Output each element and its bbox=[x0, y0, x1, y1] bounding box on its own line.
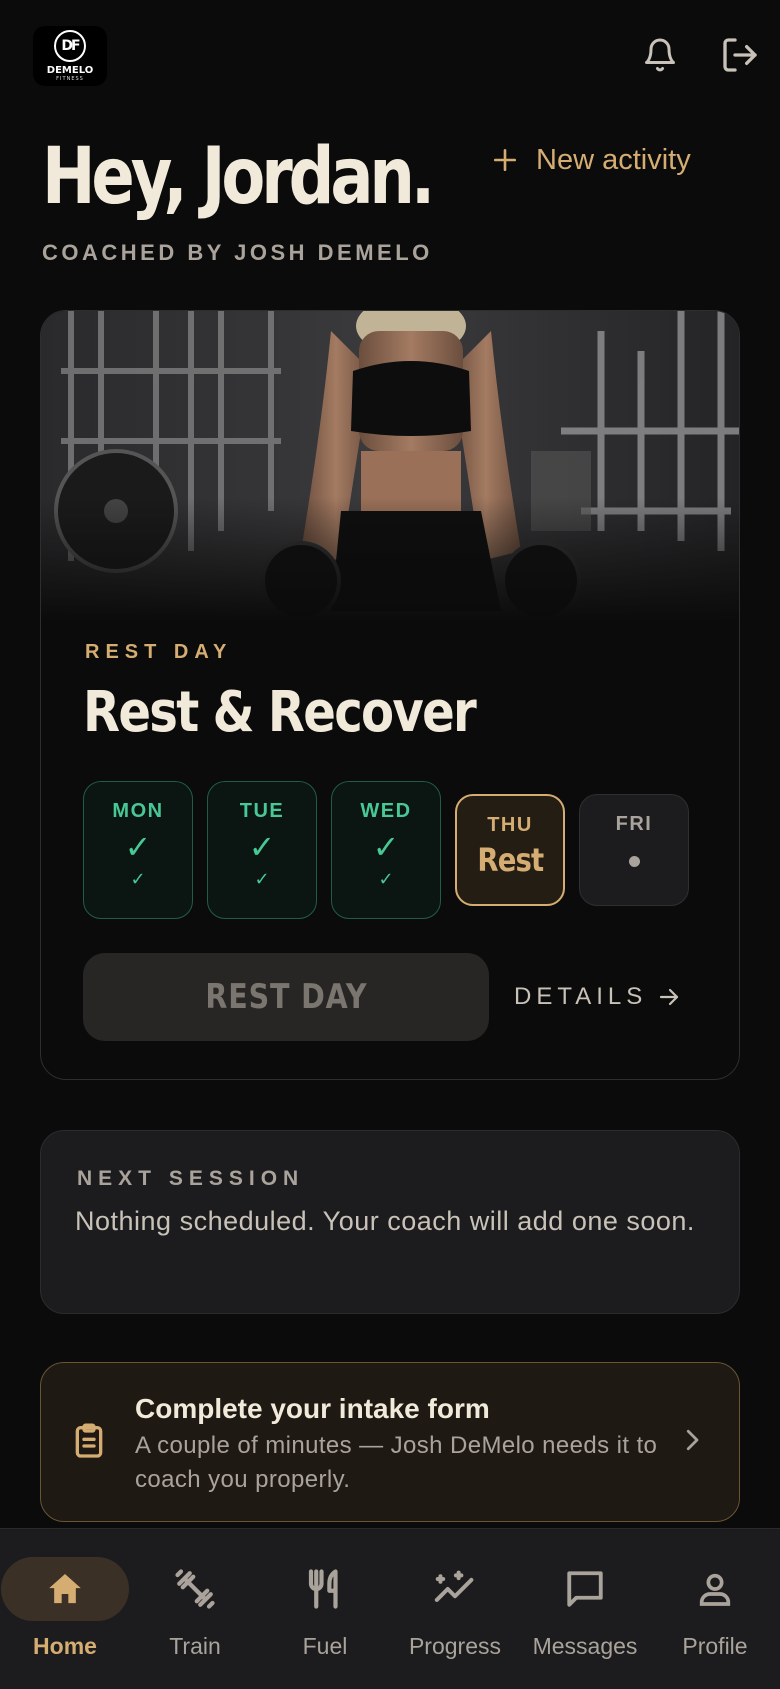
arrow-right-icon bbox=[660, 988, 679, 1006]
nav-icon-wrap bbox=[651, 1557, 779, 1621]
check-small-icon: ✓ bbox=[130, 869, 146, 890]
day-tile-fri[interactable]: FRI bbox=[579, 794, 689, 906]
day-status-label: Rest bbox=[477, 841, 544, 879]
rest-day-button[interactable]: REST DAY bbox=[83, 953, 489, 1041]
nav-icon-wrap bbox=[391, 1557, 519, 1621]
chevron-right-icon bbox=[686, 1429, 699, 1451]
nav-icon-wrap bbox=[521, 1557, 649, 1621]
nav-item-home[interactable]: Home bbox=[0, 1529, 130, 1669]
logo-mark-icon: DF bbox=[54, 30, 86, 62]
nav-icon-wrap bbox=[261, 1557, 389, 1621]
day-name: TUE bbox=[239, 800, 285, 822]
greeting-title: Hey, Jordan. bbox=[42, 132, 435, 222]
day-name: FRI bbox=[615, 813, 653, 835]
intake-title: Complete your intake form bbox=[135, 1393, 490, 1424]
nav-item-train[interactable]: Train bbox=[130, 1529, 260, 1669]
nav-label-progress: Progress bbox=[408, 1633, 502, 1659]
nav-label-profile: Profile bbox=[682, 1633, 748, 1659]
dot-icon bbox=[628, 856, 640, 867]
day-tile-thu[interactable]: THU Rest bbox=[455, 794, 565, 906]
rest-day-button-label: REST DAY bbox=[205, 977, 367, 1017]
day-tile-wed[interactable]: WED ✓ ✓ bbox=[331, 781, 441, 919]
nav-active-indicator bbox=[1, 1557, 129, 1621]
user-icon bbox=[699, 1573, 731, 1606]
bottom-navigation: Home Train Fuel Progress Messages Profil… bbox=[0, 1528, 780, 1689]
next-session-label: NEXT SESSION bbox=[77, 1167, 305, 1190]
home-icon bbox=[49, 1574, 81, 1604]
new-activity-label: New activity bbox=[536, 143, 691, 176]
bell-icon bbox=[645, 38, 675, 72]
check-icon: ✓ bbox=[248, 828, 276, 866]
logout-icon bbox=[723, 38, 757, 72]
details-link[interactable]: DETAILS bbox=[514, 973, 681, 1021]
nav-icon-wrap bbox=[131, 1557, 259, 1621]
gym-hero-image bbox=[41, 311, 739, 621]
day-tile-tue[interactable]: TUE ✓ ✓ bbox=[207, 781, 317, 919]
utensils-icon bbox=[308, 1569, 338, 1609]
dumbbell-icon bbox=[175, 1569, 215, 1609]
nav-item-messages[interactable]: Messages bbox=[520, 1529, 650, 1669]
day-name: MON bbox=[112, 800, 164, 822]
nav-label-home: Home bbox=[33, 1633, 97, 1659]
check-small-icon: ✓ bbox=[378, 869, 394, 890]
brand-logo[interactable]: DF DEMELO FITNESS bbox=[33, 26, 107, 86]
day-name: THU bbox=[487, 814, 533, 836]
logout-button[interactable] bbox=[716, 30, 764, 80]
clipboard-icon bbox=[75, 1423, 103, 1458]
sparkle-chart-icon bbox=[434, 1570, 474, 1602]
logo-text: DEMELO bbox=[46, 65, 94, 76]
today-workout-card: REST DAY Rest & Recover MON ✓ ✓ TUE ✓ ✓ … bbox=[40, 310, 740, 1080]
nav-item-progress[interactable]: Progress bbox=[390, 1529, 520, 1669]
check-icon: ✓ bbox=[124, 828, 152, 866]
next-session-card: NEXT SESSION Nothing scheduled. Your coa… bbox=[40, 1130, 740, 1314]
day-type-eyebrow: REST DAY bbox=[85, 641, 233, 663]
plus-icon bbox=[493, 148, 517, 172]
nav-item-profile[interactable]: Profile bbox=[650, 1529, 780, 1669]
day-tile-mon[interactable]: MON ✓ ✓ bbox=[83, 781, 193, 919]
message-icon bbox=[567, 1571, 603, 1607]
nav-item-fuel[interactable]: Fuel bbox=[260, 1529, 390, 1669]
intake-form-card[interactable]: Complete your intake form A couple of mi… bbox=[40, 1362, 740, 1522]
coach-subtitle: COACHED BY JOSH DEMELO bbox=[42, 240, 433, 265]
new-activity-button[interactable]: New activity bbox=[492, 140, 691, 180]
workout-title: Rest & Recover bbox=[83, 680, 477, 745]
check-small-icon: ✓ bbox=[254, 869, 270, 890]
intake-description: A couple of minutes — Josh DeMelo needs … bbox=[135, 1432, 658, 1493]
logo-subtext: FITNESS bbox=[56, 76, 84, 82]
nav-label-messages: Messages bbox=[532, 1633, 638, 1659]
details-label: DETAILS bbox=[514, 983, 648, 1010]
check-icon: ✓ bbox=[372, 828, 400, 866]
nav-label-fuel: Fuel bbox=[302, 1633, 348, 1659]
nav-label-train: Train bbox=[169, 1633, 221, 1659]
next-session-text: Nothing scheduled. Your coach will add o… bbox=[75, 1206, 695, 1236]
day-name: WED bbox=[360, 800, 412, 822]
notifications-button[interactable] bbox=[636, 30, 684, 80]
